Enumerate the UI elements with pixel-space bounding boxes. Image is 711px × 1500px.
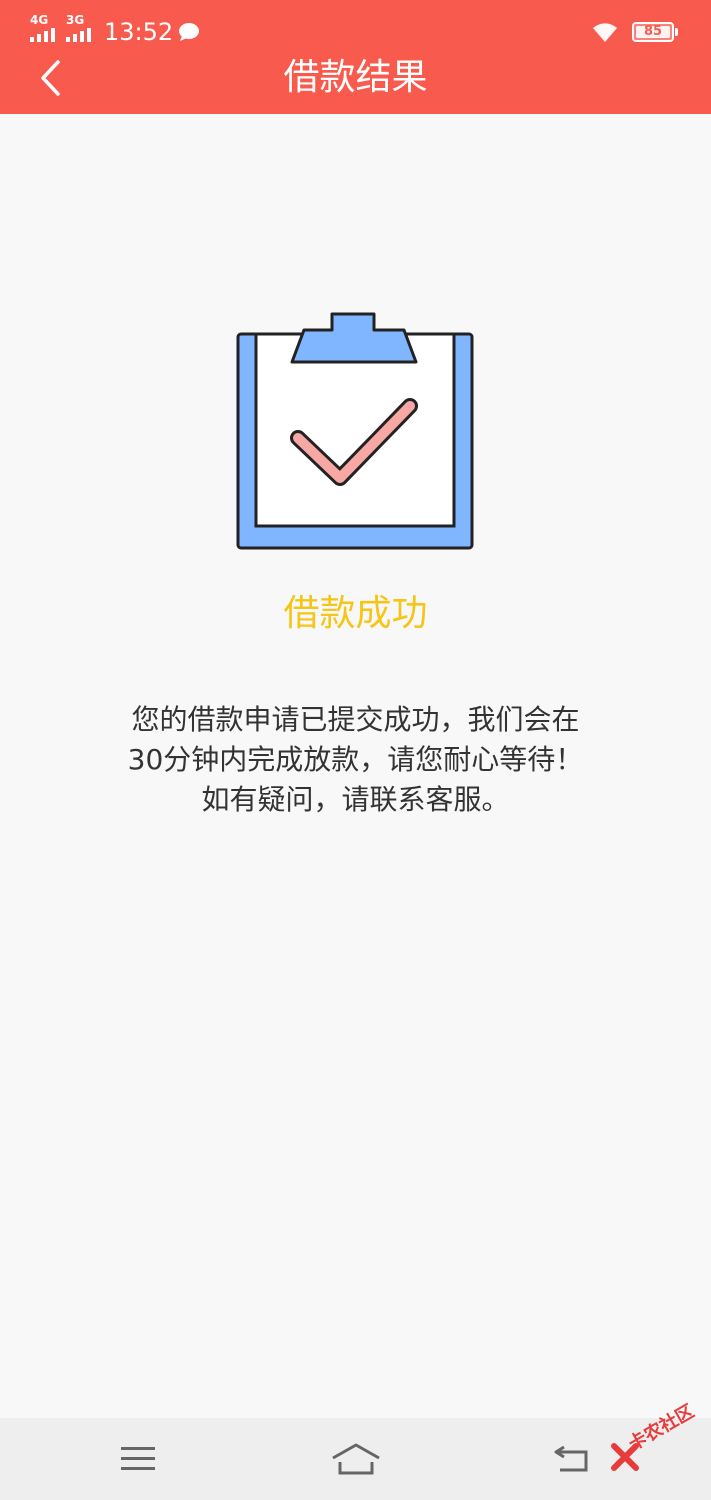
title-bar: 借款结果 — [0, 52, 711, 114]
menu-button[interactable] — [108, 1436, 168, 1482]
wifi-icon — [593, 23, 617, 42]
clipboard-check-icon — [236, 312, 474, 550]
message-line: 30分钟内完成放款，请您耐心等待！ — [127, 743, 584, 776]
message-line: 您的借款申请已提交成功，我们会在 — [131, 703, 580, 736]
status-time: 13:52 — [104, 18, 174, 46]
back-nav-button[interactable] — [542, 1436, 602, 1482]
home-button[interactable] — [326, 1436, 386, 1482]
home-icon — [332, 1443, 380, 1475]
message-line: 如有疑问，请联系客服。 — [201, 783, 510, 816]
network-type-label: 4G — [30, 13, 49, 27]
chat-icon — [179, 23, 199, 41]
loan-result-screen: 4G 3G 13:52 85 借款结果 借款成功 您的借款申请已提交成功，我们会… — [0, 0, 711, 1500]
network-type-label: 3G — [66, 13, 85, 27]
system-nav-bar — [0, 1418, 711, 1500]
battery-tip — [675, 28, 678, 36]
back-icon — [554, 1445, 588, 1472]
app-header: 4G 3G 13:52 85 借款结果 — [0, 0, 711, 114]
menu-icon — [121, 1447, 155, 1470]
watermark: 卡农社区 — [606, 1401, 706, 1482]
page-title: 借款结果 — [283, 57, 428, 98]
result-message: 您的借款申请已提交成功，我们会在 30分钟内完成放款，请您耐心等待！ 如有疑问，… — [80, 700, 631, 820]
watermark-text: 卡农社区 — [625, 1400, 698, 1456]
battery-icon: 85 — [632, 22, 674, 42]
battery-level-text: 85 — [643, 24, 663, 39]
result-title: 借款成功 — [283, 593, 428, 634]
